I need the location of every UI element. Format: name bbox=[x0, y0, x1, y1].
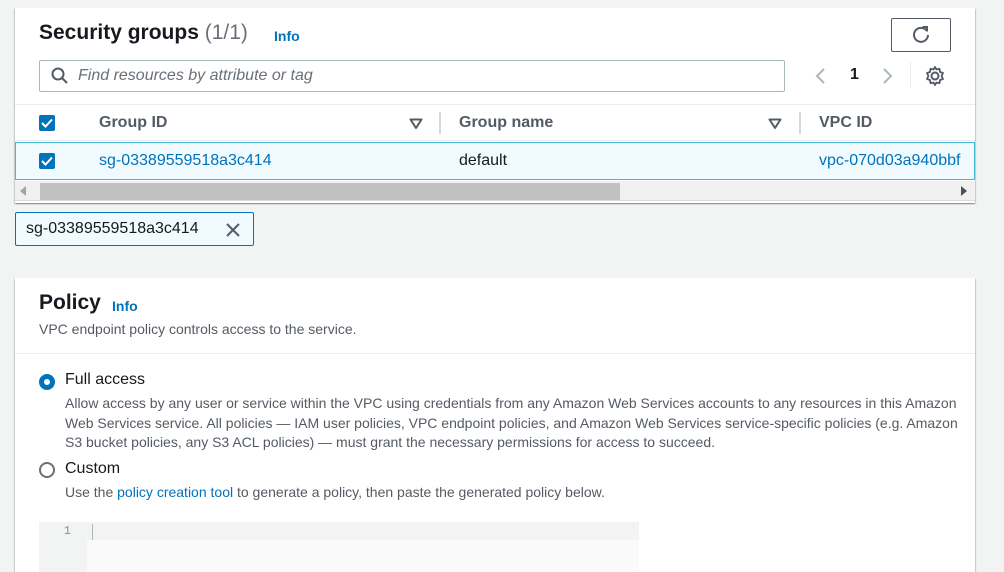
full-access-radio[interactable] bbox=[39, 374, 55, 390]
scroll-left-arrow[interactable] bbox=[20, 186, 26, 196]
full-access-description: Allow access by any user or service with… bbox=[65, 395, 958, 450]
checkbox-checked-icon bbox=[41, 118, 53, 128]
security-groups-heading: Security groups (1/1) bbox=[39, 21, 248, 45]
group-name-cell: default bbox=[459, 152, 508, 169]
policy-info-link[interactable]: Info bbox=[112, 298, 138, 314]
row-checkbox[interactable] bbox=[39, 153, 55, 169]
policy-editor[interactable]: 1 bbox=[39, 522, 639, 572]
policy-creation-tool-link[interactable]: policy creation tool bbox=[117, 484, 233, 500]
table-row[interactable]: sg-03389559518a3c414 default vpc-070d03a… bbox=[15, 142, 975, 180]
security-groups-count: (1/1) bbox=[204, 21, 248, 44]
editor-active-line[interactable] bbox=[87, 522, 639, 540]
search-icon bbox=[51, 67, 68, 84]
custom-description-suffix: to generate a policy, then paste the gen… bbox=[233, 484, 605, 500]
line-number: 1 bbox=[63, 524, 71, 538]
table-header: Group ID Group name VPC ID bbox=[15, 104, 975, 141]
vpc-id-link[interactable]: vpc-070d03a940bbf bbox=[819, 152, 960, 170]
custom-description-prefix: Use the bbox=[65, 484, 118, 500]
select-all-checkbox[interactable] bbox=[39, 115, 55, 131]
full-access-label[interactable]: Full access bbox=[65, 371, 145, 389]
scrollbar-thumb[interactable] bbox=[40, 183, 620, 200]
horizontal-scrollbar[interactable] bbox=[15, 181, 975, 201]
selected-group-token: sg-03389559518a3c414 bbox=[15, 212, 254, 246]
custom-description: Use the policy creation tool to generate… bbox=[65, 483, 965, 503]
editor-gutter: 1 bbox=[39, 522, 87, 572]
token-label: sg-03389559518a3c414 bbox=[26, 220, 199, 237]
sort-down-icon[interactable] bbox=[409, 118, 423, 130]
sort-down-icon[interactable] bbox=[768, 118, 782, 130]
group-id-link[interactable]: sg-03389559518a3c414 bbox=[99, 152, 272, 170]
pager-divider bbox=[910, 62, 911, 88]
close-icon[interactable] bbox=[225, 222, 241, 238]
editor-cursor bbox=[92, 524, 93, 540]
policy-description: VPC endpoint policy controls access to t… bbox=[39, 321, 357, 337]
chevron-right-icon[interactable] bbox=[879, 66, 895, 86]
gear-icon[interactable] bbox=[924, 65, 946, 87]
security-groups-title: Security groups bbox=[39, 21, 199, 44]
search-box[interactable] bbox=[39, 60, 785, 92]
search-input[interactable] bbox=[78, 64, 768, 88]
policy-panel: Policy Info VPC endpoint policy controls… bbox=[15, 278, 975, 572]
column-header-group-name[interactable]: Group name bbox=[459, 114, 553, 132]
custom-radio[interactable] bbox=[39, 462, 55, 478]
policy-title: Policy bbox=[39, 291, 101, 314]
security-groups-info-link[interactable]: Info bbox=[274, 28, 300, 44]
page-number[interactable]: 1 bbox=[850, 66, 859, 84]
column-header-group-id[interactable]: Group ID bbox=[99, 114, 167, 132]
security-groups-panel: Security groups (1/1) Info 1 Group ID Gr… bbox=[15, 8, 975, 203]
policy-divider bbox=[15, 353, 975, 354]
refresh-icon bbox=[913, 26, 929, 43]
checkbox-checked-icon bbox=[41, 156, 53, 166]
column-header-vpc-id[interactable]: VPC ID bbox=[819, 114, 872, 132]
chevron-left-icon[interactable] bbox=[813, 66, 829, 86]
custom-label[interactable]: Custom bbox=[65, 460, 120, 478]
refresh-button[interactable] bbox=[891, 18, 951, 52]
column-resizer[interactable] bbox=[439, 112, 441, 134]
scroll-right-arrow[interactable] bbox=[961, 186, 967, 196]
column-resizer[interactable] bbox=[799, 112, 801, 134]
